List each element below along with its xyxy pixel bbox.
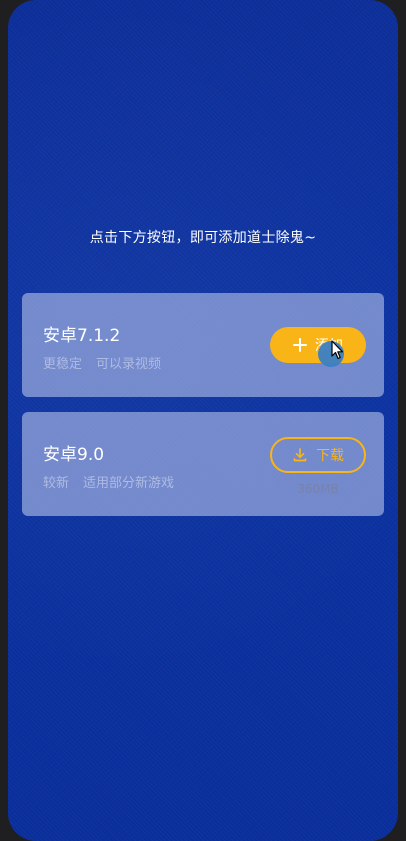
- instruction-text: 点击下方按钮，即可添加道士除鬼~: [89, 230, 317, 246]
- version-meta: 更稳定 可以录视频: [43, 353, 161, 372]
- version-card-9-0: 安卓9.0 较新 适用部分新游戏 下载 360MB: [22, 412, 384, 516]
- meta-tag: 适用部分新游戏: [83, 476, 175, 491]
- file-size: 360MB: [297, 482, 339, 496]
- meta-tag: 较新: [43, 476, 70, 491]
- screen: 点击下方按钮，即可添加道士除鬼~ 安卓7.1.2 更稳定可以录视频 添加 安卓9…: [8, 0, 398, 841]
- download-button-label: 下载: [316, 448, 344, 464]
- meta-tag: 更稳定: [43, 357, 83, 372]
- download-button[interactable]: 下载: [270, 437, 366, 473]
- version-title: 安卓9.0: [43, 445, 105, 465]
- mouse-pointer-icon: [331, 340, 345, 364]
- device-frame: 点击下方按钮，即可添加道士除鬼~ 安卓7.1.2 更稳定可以录视频 添加 安卓9…: [0, 0, 406, 841]
- meta-tag: 可以录视频: [96, 357, 162, 372]
- plus-icon: [293, 338, 307, 352]
- version-title: 安卓7.1.2: [43, 326, 121, 346]
- download-icon: [292, 447, 308, 463]
- version-meta: 较新 适用部分新游戏: [43, 472, 174, 491]
